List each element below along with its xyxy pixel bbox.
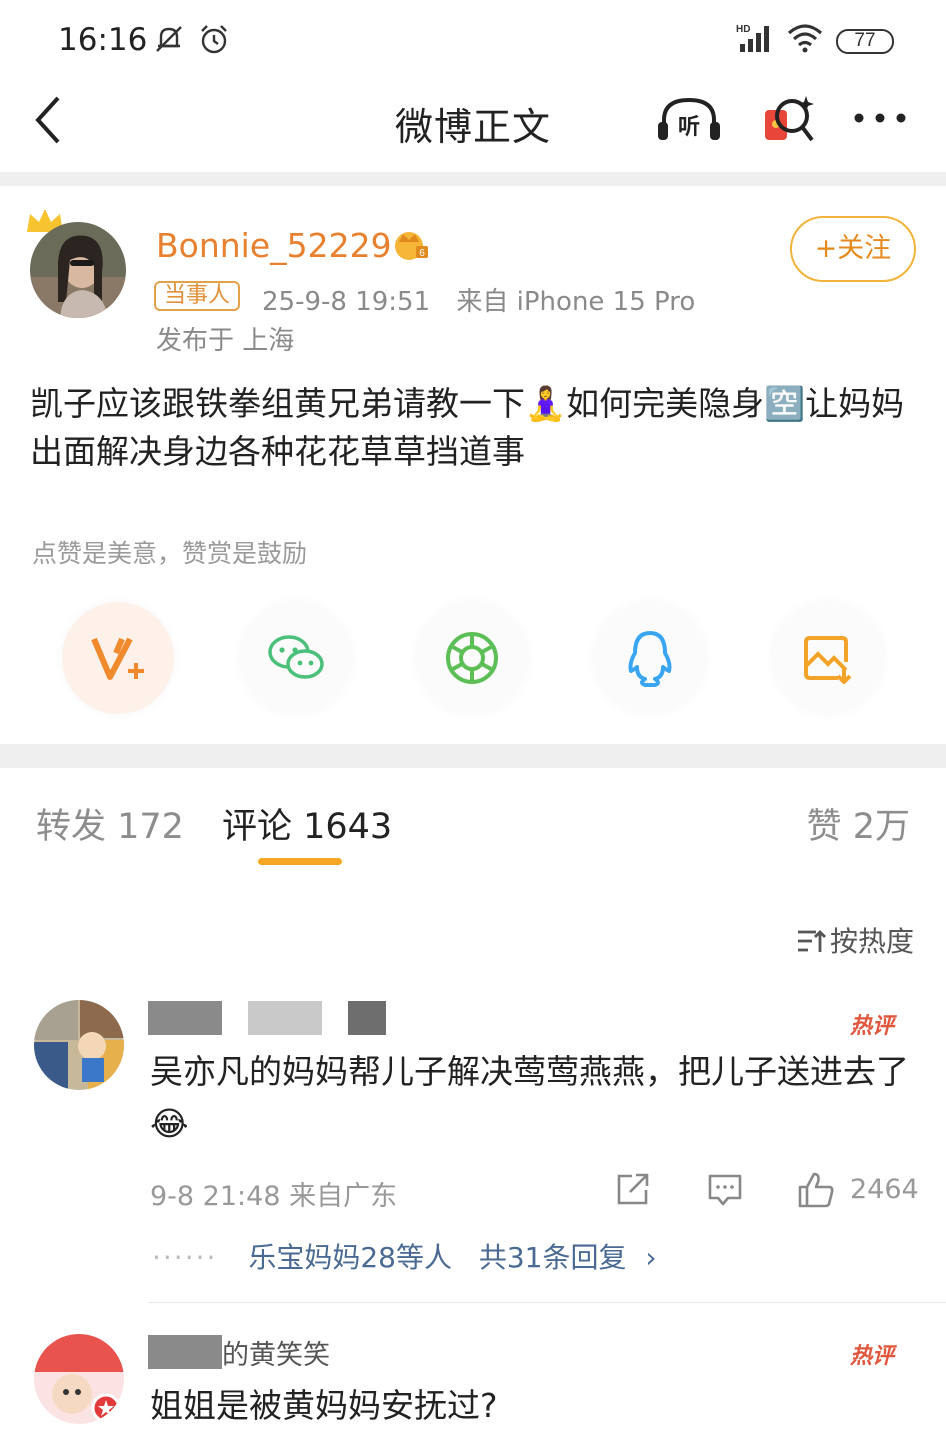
status-time: 16:16 xyxy=(58,22,148,58)
sort-label: 按热度 xyxy=(830,925,915,958)
like-comment-icon[interactable] xyxy=(796,1170,836,1210)
save-image-button[interactable] xyxy=(772,602,884,714)
like-count: 2464 xyxy=(850,1174,919,1205)
commenter-avatar[interactable] xyxy=(34,1334,124,1424)
chevron-right-icon: › xyxy=(645,1241,657,1274)
post-location: 发布于 上海 xyxy=(156,326,295,356)
moments-icon xyxy=(446,632,498,684)
svg-text:HD: HD xyxy=(736,24,750,35)
replies-dots: ······ xyxy=(152,1241,218,1274)
comment-text: 吴亦凡的妈妈帮儿子解决莺莺燕燕，把儿子送进去了😂 xyxy=(150,1052,909,1143)
qq-penguin-icon xyxy=(628,631,672,687)
vip-crown-badge-icon: 6 xyxy=(395,232,428,260)
share-comment-icon[interactable] xyxy=(614,1170,652,1208)
replies-link[interactable]: ······ 乐宝妈妈28等人 共31条回复 › xyxy=(152,1236,657,1276)
v-plus-icon xyxy=(91,637,144,680)
alarm-icon xyxy=(201,25,227,54)
follow-button[interactable]: +关注 xyxy=(790,216,916,282)
author-avatar[interactable] xyxy=(30,222,126,318)
wifi-icon xyxy=(787,24,823,53)
post-datetime: 25-9-8 19:51 xyxy=(262,287,431,317)
battery-icon: 77 xyxy=(836,29,894,54)
hot-comment-badge: 热评 xyxy=(850,1344,895,1369)
reply-comment-icon[interactable] xyxy=(706,1170,744,1208)
page-title: 微博正文 xyxy=(394,105,551,149)
commenter-avatar[interactable] xyxy=(34,1000,124,1090)
comment-text: 姐姐是被黄妈妈安抚过? xyxy=(150,1386,498,1425)
post-source: 来自 iPhone 15 Pro xyxy=(456,287,696,317)
status-bar: 16:16 HD 77 xyxy=(0,0,946,80)
post-meta: 25-9-8 19:51 来自 iPhone 15 Pro xyxy=(262,281,695,318)
reward-tip: 点赞是美意，赞赏是鼓励 xyxy=(32,539,308,568)
commenter-name-hidden xyxy=(148,1000,386,1036)
share-wechat-button[interactable] xyxy=(240,602,352,714)
share-moments-button[interactable] xyxy=(416,602,528,714)
save-image-icon xyxy=(804,636,852,684)
sort-by-hot-button[interactable]: 按热度 xyxy=(796,920,914,960)
author-name[interactable]: Bonnie_52229 xyxy=(156,226,392,265)
signal-icon: HD xyxy=(736,24,769,52)
active-tab-indicator xyxy=(258,858,342,865)
share-qq-button[interactable] xyxy=(594,602,706,714)
hot-comment-badge: 热评 xyxy=(850,1014,895,1039)
divider xyxy=(0,172,946,186)
mute-bell-icon xyxy=(156,26,182,52)
share-vip-button[interactable] xyxy=(62,602,174,714)
svg-text:6: 6 xyxy=(419,248,425,259)
replies-users: 乐宝妈妈28等人 xyxy=(248,1241,452,1274)
commenter-name-visible: 的黄笑笑 xyxy=(222,1339,330,1371)
role-badge: 当事人 xyxy=(154,281,241,311)
replies-total: 共31条回复 xyxy=(478,1241,627,1274)
divider xyxy=(0,744,946,768)
comment-divider xyxy=(148,1302,946,1303)
tab-repost[interactable]: 转发 172 xyxy=(36,798,184,849)
sort-icon xyxy=(798,930,826,952)
tab-comments[interactable]: 评论 1643 xyxy=(222,798,392,849)
tab-likes[interactable]: 赞 2万 xyxy=(807,798,910,849)
commenter-name-partial: 的黄笑笑 xyxy=(148,1334,330,1371)
battery-level: 77 xyxy=(854,30,876,51)
wechat-icon xyxy=(268,635,324,679)
comment-time-location: 9-8 21:48 来自广东 xyxy=(150,1181,398,1212)
post-content: 凯子应该跟铁拳组黄兄弟请教一下🧘‍♀️如何完美隐身🈳让妈妈出面解决身边各种花花草… xyxy=(30,384,905,471)
